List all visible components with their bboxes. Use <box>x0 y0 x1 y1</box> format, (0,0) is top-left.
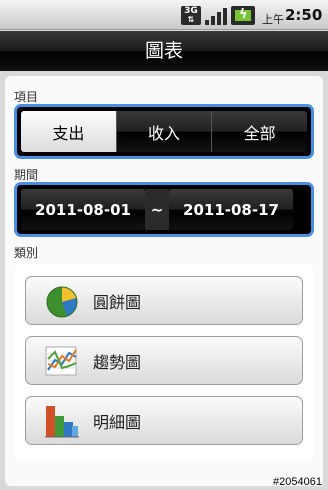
segment-all[interactable]: 全部 <box>211 111 308 152</box>
trend-chart-button[interactable]: 趨勢圖 <box>25 336 303 385</box>
trend-chart-label: 趨勢圖 <box>93 352 142 372</box>
chart-type-list: 圓餅圖 趨勢圖 明細圖 <box>14 264 314 460</box>
network-3g-icon: 3G ⇅ <box>181 6 201 25</box>
item-section-label: 項目 <box>14 90 39 104</box>
segment-expense[interactable]: 支出 <box>21 111 116 152</box>
main-panel: 項目 支出 收入 全部 期間 2011-08-01 ~ 2011-08-17 類… <box>5 76 323 486</box>
signal-strength-icon <box>205 6 227 25</box>
page-title: 圖表 <box>144 40 183 62</box>
segment-expense-label: 支出 <box>52 123 85 143</box>
bar-chart-button[interactable]: 明細圖 <box>25 396 303 445</box>
date-separator-label: ~ <box>150 200 164 219</box>
status-time: 2:50 <box>285 6 323 24</box>
watermark: #2054061 <box>273 476 322 488</box>
segment-income-label: 收入 <box>148 123 181 143</box>
trend-chart-icon <box>45 346 77 375</box>
date-separator: ~ <box>145 189 169 230</box>
title-bar: 圖表 <box>0 31 328 71</box>
bar-chart-label: 明細圖 <box>93 412 142 432</box>
status-ampm: 上午 <box>262 13 284 26</box>
period-section-label: 期間 <box>14 168 39 182</box>
end-date-value: 2011-08-17 <box>183 200 279 219</box>
segment-income[interactable]: 收入 <box>115 111 212 152</box>
item-segmented-control: 支出 收入 全部 <box>14 104 314 159</box>
segment-all-label: 全部 <box>243 123 276 143</box>
bar-chart-icon <box>45 405 79 437</box>
period-selector: 2011-08-01 ~ 2011-08-17 <box>14 182 314 237</box>
end-date-button[interactable]: 2011-08-17 <box>169 189 293 230</box>
pie-chart-button[interactable]: 圓餅圖 <box>25 276 303 325</box>
category-section-label: 類別 <box>14 246 39 260</box>
pie-chart-icon <box>46 286 78 317</box>
start-date-button[interactable]: 2011-08-01 <box>21 189 145 230</box>
status-bar: 3G ⇅ ϟ 上午 2:50 <box>0 0 328 30</box>
pie-chart-label: 圓餅圖 <box>93 292 142 312</box>
battery-charging-icon: ϟ <box>231 6 255 25</box>
start-date-value: 2011-08-01 <box>35 200 131 219</box>
